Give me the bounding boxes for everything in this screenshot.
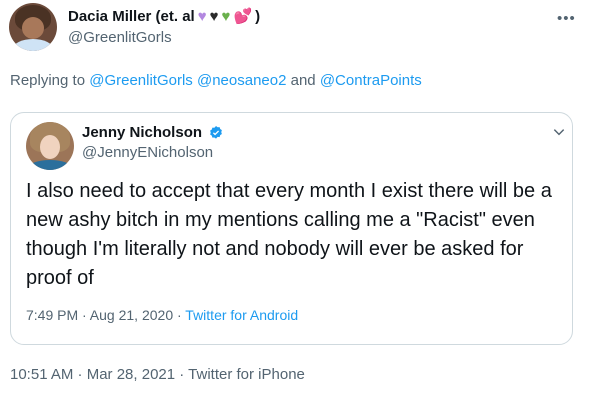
quoted-tweet-meta: 7:49 PM · Aug 21, 2020 · Twitter for And… [26,307,298,323]
mention-link[interactable]: @neosaneo2 [197,72,286,89]
avatar-shirt [13,39,53,51]
black-heart-icon: ♥ [209,8,219,25]
quoted-timestamp[interactable]: 7:49 PM · Aug 21, 2020 · [26,307,185,323]
more-icon[interactable]: ••• [557,10,576,27]
quoted-avatar-shirt [28,160,72,170]
author-display-name[interactable]: Dacia Miller (et. al [68,8,195,25]
replying-to-line: Replying to @GreenlitGorls @neosaneo2 an… [10,72,422,89]
verified-badge-icon [210,125,222,139]
quoted-handle[interactable]: @JennyENicholson [82,144,213,161]
tweet-timestamp[interactable]: 10:51 AM · Mar 28, 2021 · [10,366,188,383]
quoted-tweet-card[interactable]: Jenny Nicholson @JennyENicholson I also … [10,112,573,345]
quoted-avatar-face [40,135,60,159]
green-heart-icon: ♥ [221,8,231,25]
two-hearts-icon: 💕 [233,8,253,25]
quoted-avatar[interactable] [26,122,74,170]
author-name-row: Dacia Miller (et. al ♥ ♥ ♥ 💕 ) [68,8,260,25]
purple-heart-icon: ♥ [197,8,207,25]
quoted-tweet-text: I also need to accept that every month I… [26,180,552,289]
author-name-suffix: ) [255,8,261,25]
author-handle[interactable]: @GreenlitGorls [68,29,172,46]
and-word: and [290,72,316,89]
tweet-meta: 10:51 AM · Mar 28, 2021 · Twitter for iP… [10,366,305,383]
quoted-source-link[interactable]: Twitter for Android [185,307,298,323]
tweet-source[interactable]: Twitter for iPhone [188,366,305,383]
replying-to-label: Replying to [10,72,86,89]
quoted-name-row: Jenny Nicholson [82,124,224,141]
mention-link[interactable]: @GreenlitGorls [89,72,193,89]
avatar[interactable] [9,3,57,51]
mention-link[interactable]: @ContraPoints [320,72,422,89]
quoted-display-name[interactable]: Jenny Nicholson [82,124,202,141]
chevron-down-icon[interactable] [552,125,566,139]
avatar-face [22,17,44,39]
